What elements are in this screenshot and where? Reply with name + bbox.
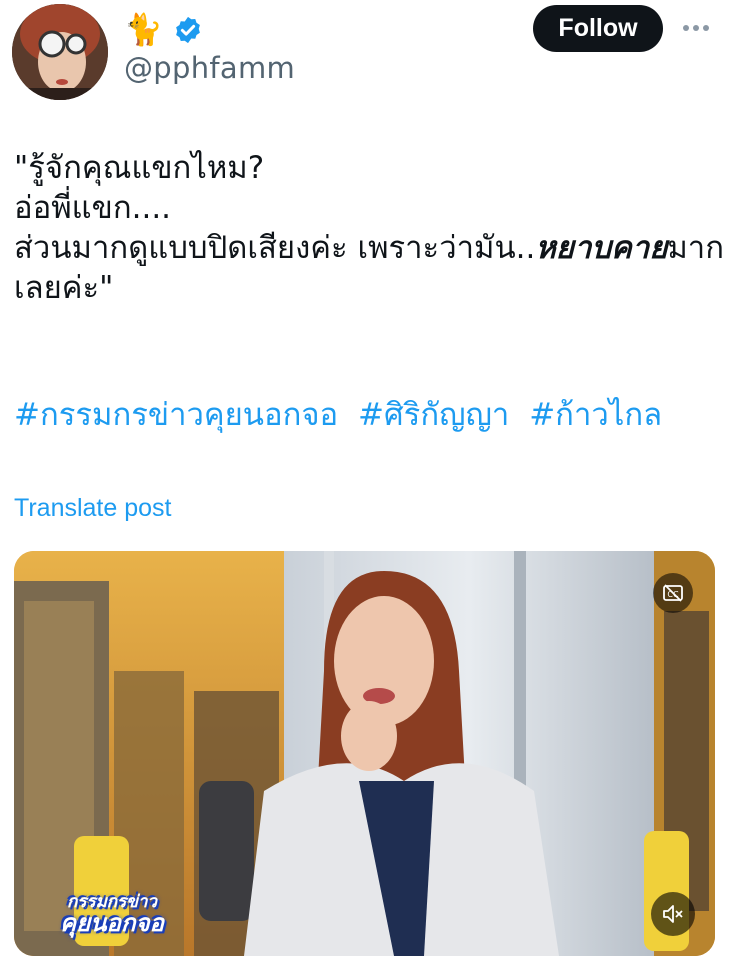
- translate-post-link[interactable]: Translate post: [14, 494, 171, 523]
- author-name-row[interactable]: 🐈: [124, 10, 203, 50]
- cat-emoji: 🐈: [124, 12, 163, 48]
- follow-button[interactable]: Follow: [533, 5, 663, 52]
- author-handle[interactable]: @pphfamm: [124, 51, 295, 85]
- avatar[interactable]: [12, 4, 108, 100]
- tweet-emphasis: หยาบคาย: [535, 230, 668, 266]
- tweet-line-text: ส่วนมากดูแบบปิดเสียงค่ะ เพราะว่ามัน..: [14, 230, 536, 266]
- hashtag-link[interactable]: #กรรมกรข่าวคุยนอกจอ: [14, 397, 338, 433]
- mute-button[interactable]: [651, 892, 695, 936]
- hashtag-link[interactable]: #ศิริกัญญา: [358, 397, 509, 433]
- tweet-line: อ่อพี่แขก....: [14, 190, 172, 226]
- show-logo: กรรมกรข่าว คุยนอกจอ: [42, 893, 182, 936]
- video-player[interactable]: กรรมกรข่าว คุยนอกจอ CC: [14, 551, 715, 956]
- tweet-text: "รู้จักคุณแขกไหม? อ่อพี่แขก.... ส่วนมากด…: [14, 148, 729, 308]
- speaker-muted-icon: [663, 905, 683, 923]
- hashtag-link[interactable]: #ก้าวไกล: [529, 397, 662, 433]
- verified-badge-icon: [173, 15, 203, 45]
- show-logo-line1: กรรมกรข่าว: [67, 891, 157, 911]
- tweet-line: "รู้จักคุณแขกไหม?: [14, 150, 265, 186]
- show-logo-line2: คุยนอกจอ: [60, 909, 164, 937]
- tweet-line: ส่วนมากดูแบบปิดเสียงค่ะ เพราะว่ามัน..หยา…: [14, 228, 729, 308]
- closed-captions-button[interactable]: CC: [653, 573, 693, 613]
- hashtag-row: #กรรมกรข่าวคุยนอกจอ #ศิริกัญญา #ก้าวไกล: [14, 395, 672, 435]
- ellipsis-icon[interactable]: [681, 21, 711, 35]
- closed-captions-off-icon: CC: [663, 584, 683, 602]
